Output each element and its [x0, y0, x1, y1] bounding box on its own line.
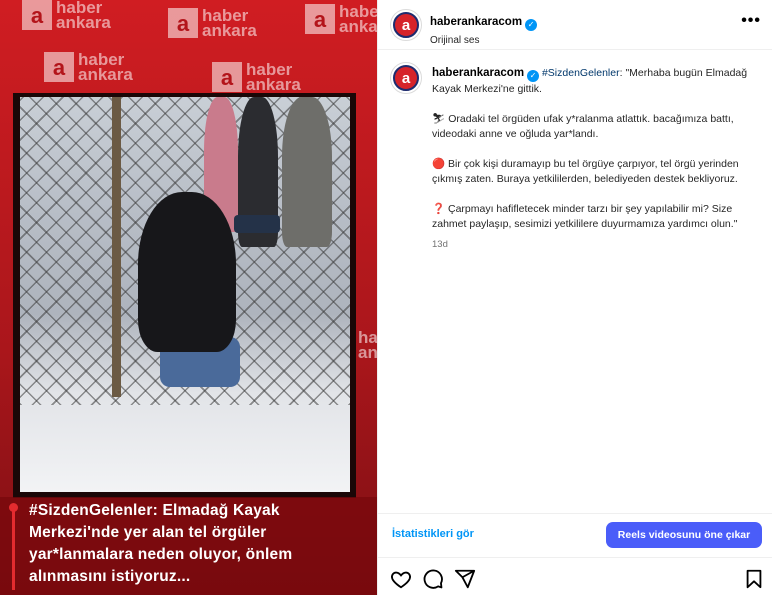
skier-emoji: ⛷ [432, 113, 446, 125]
verified-badge-icon: ✓ [527, 70, 540, 82]
watermark-logo: a [212, 62, 242, 92]
watermark: a haberankara [168, 7, 257, 39]
watermark-logo: a [22, 0, 52, 30]
caption-body: haberankaracom ✓ #SizdenGelenler: "Merhab… [432, 66, 762, 252]
brand-logo-icon: a [393, 65, 419, 91]
watermark-logo: a [44, 52, 74, 82]
fence-pole [112, 97, 121, 397]
watermark: a haberankara [305, 3, 377, 35]
post-media[interactable]: a haberankara a haberankara a haberankar… [0, 0, 377, 595]
share-icon[interactable] [454, 568, 476, 590]
avatar[interactable]: a [390, 62, 422, 94]
username-link[interactable]: haberankaracom [430, 16, 522, 28]
save-bookmark-icon[interactable] [743, 568, 765, 590]
verified-badge-icon: ✓ [525, 19, 538, 31]
sled [234, 215, 280, 233]
post-header: a haberankaracom ✓ Orijinal ses ••• [378, 0, 772, 50]
brand-logo-icon: a [393, 12, 419, 38]
watermark: a haberankara [44, 51, 133, 83]
comment-icon[interactable] [422, 568, 444, 590]
like-heart-icon[interactable] [390, 568, 412, 590]
avatar[interactable]: a [390, 9, 422, 41]
audio-link[interactable]: Orijinal ses [430, 35, 537, 46]
caption-paragraph: Oradaki tel örgüden ufak y*ralanma atlat… [432, 113, 734, 140]
caption-accent-dot [9, 503, 18, 512]
red-circle-emoji: 🔴 [432, 158, 446, 170]
post-age[interactable]: 13d [432, 237, 762, 252]
post-details-panel: a haberankaracom ✓ Orijinal ses ••• a hab… [377, 0, 772, 595]
watermark: a haberankara [212, 61, 301, 93]
caption-paragraph: Bir çok kişi duramayıp bu tel örgüye çar… [432, 158, 739, 185]
watermark: a haberankara [22, 0, 111, 31]
video-still [20, 97, 350, 492]
watermark-logo: a [305, 4, 335, 34]
hashtag-link[interactable]: #SizdenGelenler [542, 67, 620, 79]
question-emoji: ❓ [432, 203, 446, 215]
boost-reel-button[interactable]: Reels videosunu öne çıkar [606, 522, 762, 548]
person-sitting [138, 192, 236, 352]
view-insights-link[interactable]: İstatistikleri gör [392, 528, 474, 540]
more-options-icon[interactable]: ••• [741, 12, 761, 30]
username-link[interactable]: haberankaracom [432, 67, 524, 79]
interaction-bar [378, 557, 772, 595]
caption-accent-line [12, 505, 15, 590]
header-text: haberankaracom ✓ Orijinal ses [430, 12, 538, 46]
watermark-logo: a [168, 8, 198, 38]
person [282, 97, 332, 247]
caption-paragraph: Çarpmayı hafifletecek minder tarzı bir ş… [432, 203, 738, 230]
media-caption: #SizdenGelenler: Elmadağ Kayak Merkezi'n… [29, 502, 293, 585]
